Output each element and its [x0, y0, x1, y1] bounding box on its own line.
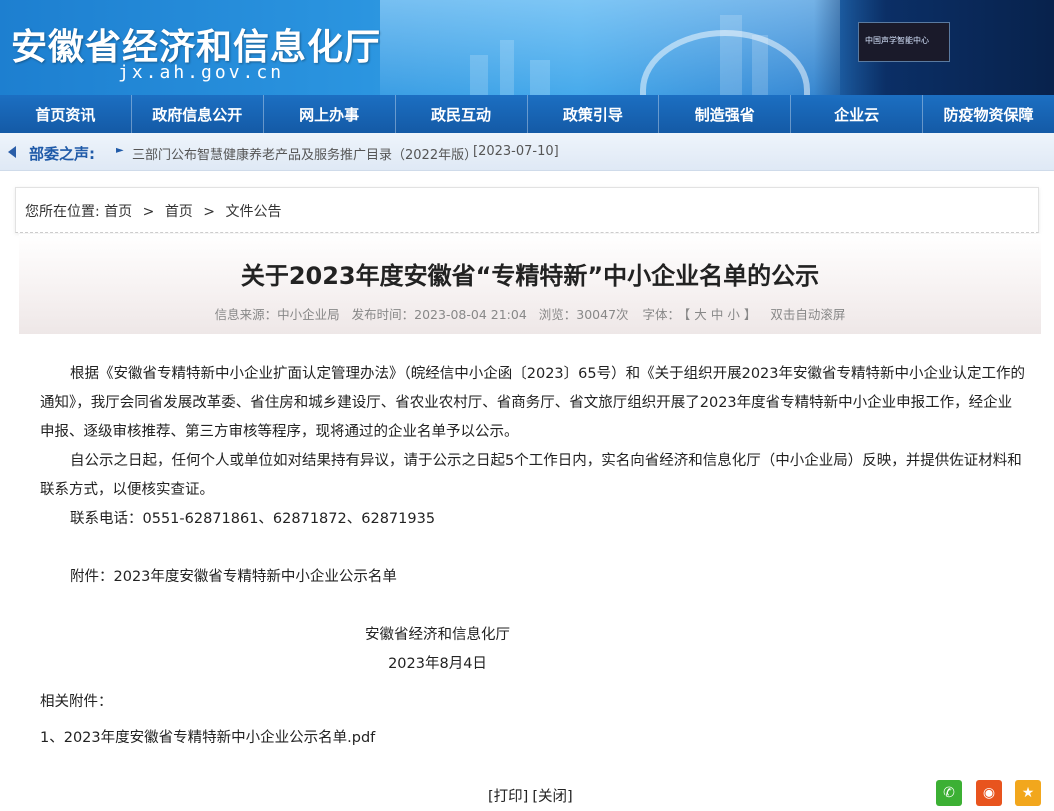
nav-item-enterprise-cloud[interactable]: 企业云 [791, 95, 924, 133]
attachment-line: 附件：2023年度安徽省专精特新中小企业公示名单 [70, 569, 397, 585]
font-medium-button[interactable]: 中 [711, 307, 724, 322]
close-button[interactable]: [关闭] [532, 789, 572, 805]
arrow-right-icon: ► [116, 145, 124, 156]
article-meta: 信息来源：中小企业局 发布时间：2023-08-04 21:04 浏览：3004… [19, 304, 1041, 323]
breadcrumb-separator: > [142, 204, 155, 220]
article-actions: [打印] [关闭] [488, 785, 577, 806]
banner-building [720, 15, 742, 95]
banner-building [530, 60, 550, 95]
banner-building [752, 35, 768, 95]
nav-item-interaction[interactable]: 政民互动 [396, 95, 528, 133]
meta-source: 信息来源：中小企业局 [214, 307, 340, 322]
notice-link[interactable]: 三部门公布智慧健康养老产品及服务推广目录（2022年版） [132, 144, 477, 163]
signature-org: 安徽省经济和信息化厅 [365, 627, 510, 643]
notice-date: [2023-07-10] [473, 144, 559, 159]
breadcrumb-separator: > [203, 204, 215, 220]
banner-building [500, 40, 514, 95]
font-size-controls: 字体：【大中小】 [641, 307, 759, 322]
site-domain: jx.ah.gov.cn [118, 62, 285, 83]
nav-item-manufacturing[interactable]: 制造强省 [659, 95, 792, 133]
breadcrumb-item-home[interactable]: 首页 [104, 204, 132, 220]
wechat-share-icon[interactable]: ✆ [936, 780, 962, 806]
breadcrumb-prefix: 您所在位置: [25, 204, 100, 220]
article-header: 关于2023年度安徽省“专精特新”中小企业名单的公示 信息来源：中小企业局 发布… [19, 234, 1041, 334]
nav-item-home-news[interactable]: 首页资讯 [0, 95, 132, 133]
star-icon: ★ [1021, 785, 1035, 801]
speaker-icon [8, 146, 16, 158]
breadcrumb-item-announcements[interactable]: 文件公告 [225, 204, 281, 220]
banner-screen-text: 中国声学智能中心 [865, 36, 929, 45]
main-nav: 首页资讯 政府信息公开 网上办事 政民互动 政策引导 制造强省 企业云 防疫物资… [0, 95, 1054, 133]
nav-item-policy[interactable]: 政策引导 [528, 95, 660, 133]
font-bracket-open: 【 [684, 307, 691, 322]
weibo-share-icon[interactable]: ◉ [976, 780, 1002, 806]
breadcrumb-item-home-2[interactable]: 首页 [165, 204, 193, 220]
font-small-button[interactable]: 小 [727, 307, 740, 322]
body-paragraph: 根据《安徽省专精特新中小企业扩面认定管理办法》（皖经信中小企函〔2023〕65号… [40, 366, 1025, 440]
print-button[interactable]: [打印] [488, 789, 528, 805]
weibo-icon: ◉ [982, 785, 996, 801]
nav-item-gov-info[interactable]: 政府信息公开 [132, 95, 264, 133]
nav-item-online-services[interactable]: 网上办事 [264, 95, 396, 133]
header-banner: 中国声学智能中心 安徽省经济和信息化厅 jx.ah.gov.cn [0, 0, 1054, 95]
attachment-link[interactable]: 1、2023年度安徽省专精特新中小企业公示名单.pdf [40, 726, 375, 747]
signature-date: 2023年8月4日 [388, 656, 487, 672]
banner-screen: 中国声学智能中心 [858, 22, 950, 62]
meta-published: 发布时间：2023-08-04 21:04 [351, 307, 527, 322]
qzone-share-icon[interactable]: ★ [1015, 780, 1041, 806]
article-title: 关于2023年度安徽省“专精特新”中小企业名单的公示 [240, 262, 820, 290]
font-label: 字体： [642, 307, 681, 322]
breadcrumb-box: 您所在位置: 首页 > 首页 > 文件公告 [15, 187, 1039, 233]
meta-views: 浏览：30047次 [538, 307, 629, 322]
notice-bar: 部委之声: ► 三部门公布智慧健康养老产品及服务推广目录（2022年版） [20… [0, 133, 1054, 171]
banner-building [470, 55, 488, 95]
wechat-icon: ✆ [943, 785, 955, 801]
font-bracket-close: 】 [743, 307, 757, 322]
autoscroll-toggle[interactable]: 双击自动滚屏 [770, 307, 845, 322]
article-body: 根据《安徽省专精特新中小企业扩面认定管理办法》（皖经信中小企函〔2023〕65号… [40, 360, 1025, 679]
related-attachments-title: 相关附件： [40, 694, 113, 710]
font-large-button[interactable]: 大 [694, 307, 707, 322]
nav-item-epidemic-supplies[interactable]: 防疫物资保障 [923, 95, 1054, 133]
contact-phone: 联系电话：0551-62871861、62871872、62871935 [70, 511, 436, 527]
notice-label: 部委之声: [29, 145, 95, 163]
breadcrumb: 您所在位置: 首页 > 首页 > 文件公告 [25, 201, 281, 221]
body-paragraph: 自公示之日起，任何个人或单位如对结果持有异议，请于公示之日起5个工作日内，实名向… [40, 453, 1022, 498]
